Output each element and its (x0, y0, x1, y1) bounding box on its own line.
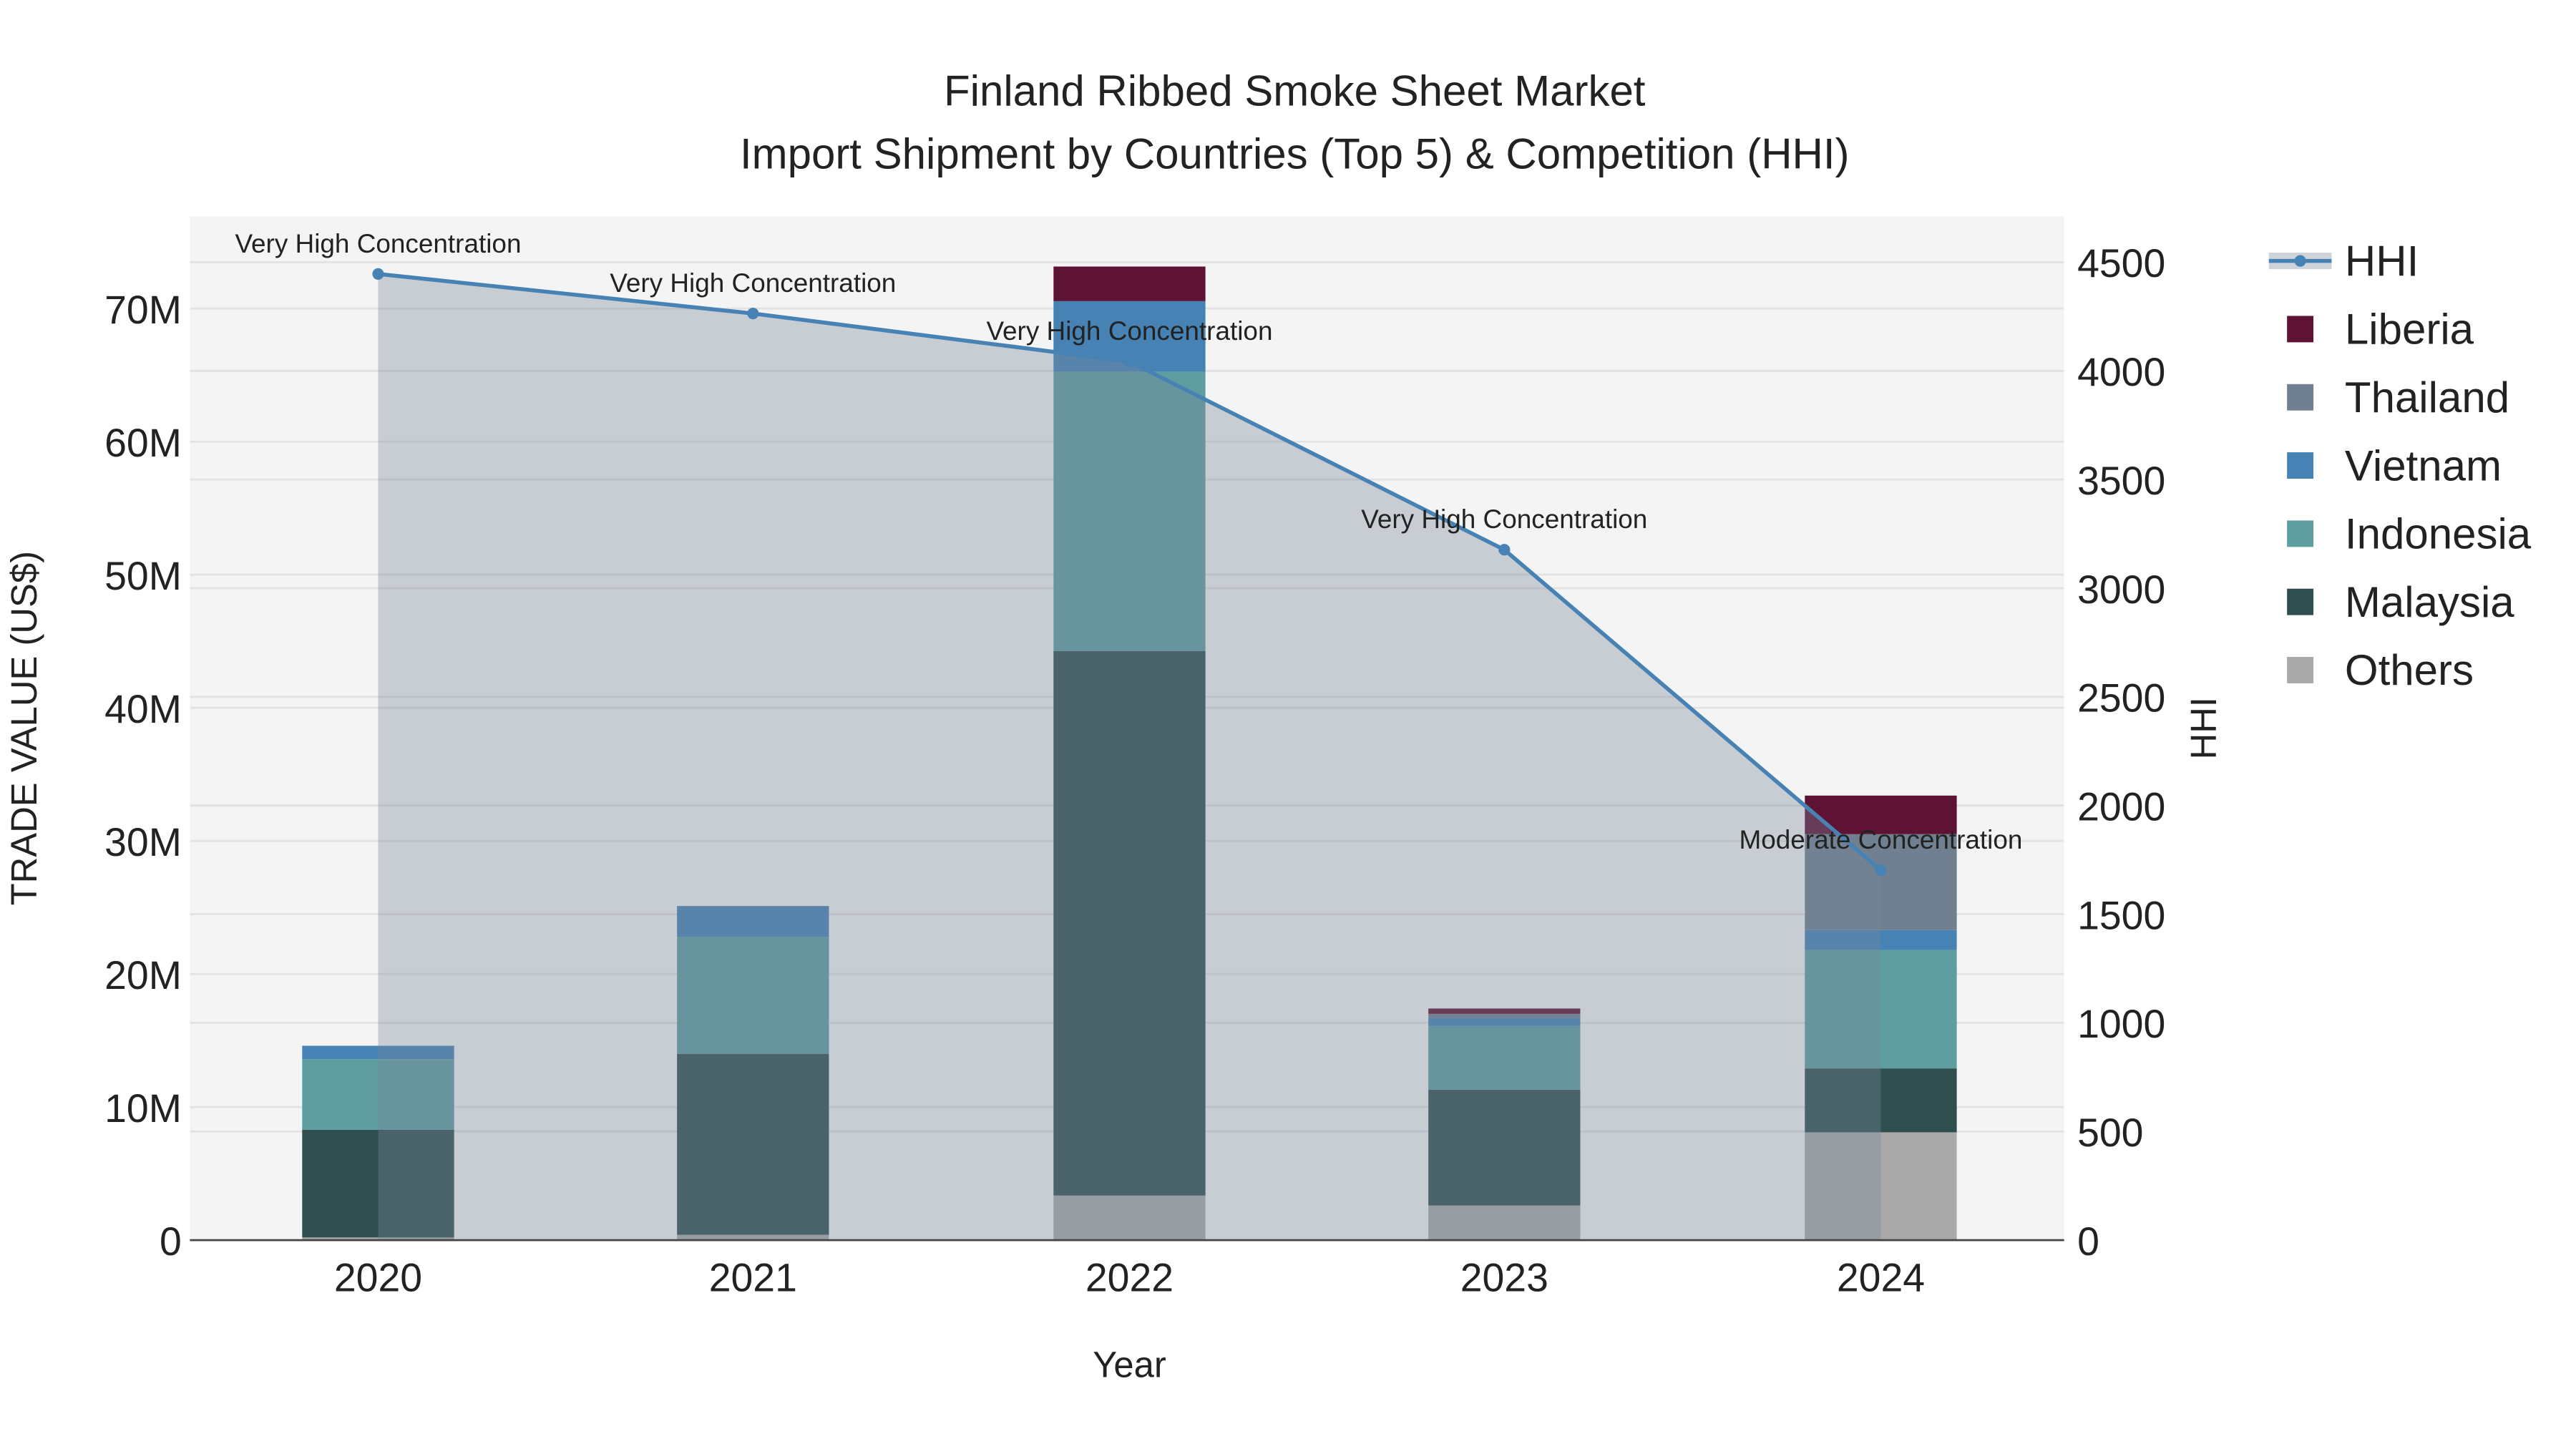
y2-tick-label: 4000 (2077, 350, 2165, 394)
x-tick-label: 2021 (709, 1256, 797, 1300)
legend-swatch (2287, 452, 2314, 479)
legend-label: Malaysia (2345, 578, 2514, 626)
hhi-point-2023 (1498, 544, 1511, 556)
legend-swatch (2287, 384, 2314, 411)
y-tick-label: 0 (160, 1219, 182, 1264)
hhi-annotation-2022: Very High Concentration (986, 316, 1272, 346)
y2-axis-title: HHI (2183, 697, 2224, 759)
y-tick-label: 20M (104, 953, 182, 997)
legend-label: HHI (2345, 237, 2419, 285)
legend-swatch (2287, 520, 2314, 547)
x-tick-label: 2023 (1460, 1256, 1548, 1300)
y-tick-label: 30M (104, 820, 182, 864)
y2-tick-label: 500 (2077, 1111, 2143, 1155)
y2-tick-label: 0 (2077, 1219, 2099, 1264)
y-axis-title: TRADE VALUE (US$) (4, 551, 44, 905)
x-tick-label: 2020 (334, 1256, 422, 1300)
y2-tick-label: 3500 (2077, 459, 2165, 503)
y-tick-label: 50M (104, 554, 182, 598)
hhi-annotation-2021: Very High Concentration (610, 268, 896, 298)
y2-tick-label: 1500 (2077, 893, 2165, 937)
y2-tick-label: 4500 (2077, 241, 2165, 286)
legend-item-vietnam: Vietnam (2287, 441, 2502, 489)
hhi-point-2020 (372, 268, 384, 280)
legend-label: Liberia (2345, 306, 2474, 353)
x-tick-label: 2024 (1837, 1256, 1925, 1300)
y-tick-label: 70M (104, 288, 182, 332)
hhi-point-2021 (747, 308, 759, 320)
y2-tick-label: 3000 (2077, 567, 2165, 612)
x-axis-title: Year (1093, 1345, 1166, 1385)
legend-item-hhi: HHI (2268, 237, 2419, 285)
y2-tick-label: 2000 (2077, 784, 2165, 829)
y-tick-label: 40M (104, 687, 182, 731)
legend-item-others: Others (2287, 646, 2474, 694)
chart-subtitle: Import Shipment by Countries (Top 5) & C… (740, 130, 1850, 177)
y-tick-label: 10M (104, 1086, 182, 1131)
legend-label: Others (2345, 646, 2474, 694)
legend-item-liberia: Liberia (2287, 306, 2474, 353)
legend-swatch (2287, 588, 2314, 615)
hhi-point-2024 (1875, 864, 1887, 877)
chart-title: Finland Ribbed Smoke Sheet Market (944, 67, 1646, 115)
hhi-annotation-2020: Very High Concentration (235, 229, 521, 258)
legend-hhi-marker (2294, 255, 2306, 267)
legend-swatch (2287, 657, 2314, 683)
legend-item-indonesia: Indonesia (2287, 510, 2532, 558)
hhi-point-2022 (1123, 356, 1136, 368)
legend-label: Thailand (2345, 374, 2509, 421)
legend-item-malaysia: Malaysia (2287, 578, 2514, 626)
hhi-annotation-2024: Moderate Concentration (1739, 825, 2022, 854)
x-tick-label: 2022 (1085, 1256, 1174, 1300)
legend-item-thailand: Thailand (2287, 374, 2509, 421)
bar-liberia-2022 (1053, 266, 1206, 301)
chart: Finland Ribbed Smoke Sheet Market Import… (4, 67, 2532, 1385)
legend-label: Indonesia (2345, 510, 2532, 558)
y-tick-label: 60M (104, 421, 182, 465)
legend-swatch (2287, 316, 2314, 343)
y2-tick-label: 1000 (2077, 1002, 2165, 1046)
y2-tick-label: 2500 (2077, 676, 2165, 721)
hhi-annotation-2023: Very High Concentration (1361, 504, 1647, 534)
legend-label: Vietnam (2345, 441, 2502, 489)
